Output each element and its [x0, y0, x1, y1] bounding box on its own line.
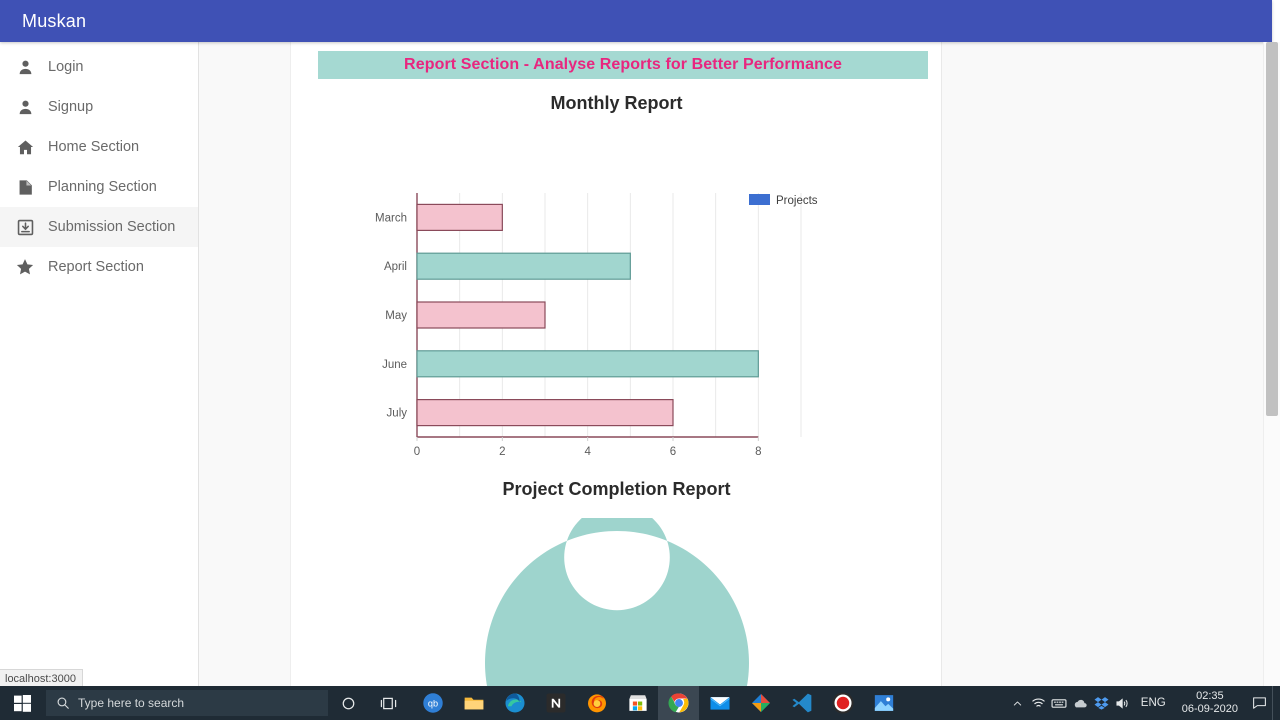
svg-text:6: 6	[670, 446, 676, 458]
sidebar-item-label: Login	[48, 59, 84, 75]
svg-text:0: 0	[414, 446, 420, 458]
clock-date: 06-09-2020	[1181, 703, 1238, 715]
svg-text:Projects: Projects	[776, 195, 818, 207]
home-icon	[12, 134, 38, 160]
sidebar-item-login[interactable]: Login	[0, 47, 198, 87]
status-url-text: localhost:3000	[5, 672, 76, 685]
svg-text:March: March	[375, 212, 407, 224]
browser-viewport: Muskan Login Signup Home Section Plannin…	[0, 0, 1280, 686]
page-scrollbar[interactable]	[1263, 42, 1280, 686]
show-desktop-button[interactable]	[1272, 686, 1280, 720]
language-indicator[interactable]: ENG	[1133, 697, 1174, 709]
page-body: Login Signup Home Section Planning Secti…	[0, 42, 1272, 686]
clock-time: 02:35	[1196, 690, 1224, 702]
app-brand-title: Muskan	[22, 10, 87, 31]
screen-recorder-icon[interactable]	[822, 686, 863, 720]
svg-text:July: July	[387, 408, 408, 420]
donut-chart-svg	[484, 518, 749, 686]
paint-3d-icon[interactable]	[740, 686, 781, 720]
start-button[interactable]	[0, 686, 44, 720]
svg-text:2: 2	[499, 446, 505, 458]
onedrive-icon[interactable]	[1070, 686, 1091, 720]
document-icon	[12, 174, 38, 200]
svg-text:May: May	[385, 310, 407, 322]
firefox-icon[interactable]	[576, 686, 617, 720]
svg-text:qb: qb	[427, 699, 437, 709]
sidebar-item-home-section[interactable]: Home Section	[0, 127, 198, 167]
qbittorrent-icon[interactable]: qb	[412, 686, 453, 720]
sidebar-item-label: Submission Section	[48, 219, 176, 235]
wifi-icon[interactable]	[1028, 686, 1049, 720]
notion-icon[interactable]	[535, 686, 576, 720]
cortana-icon[interactable]	[328, 686, 368, 720]
taskbar-app-buttons: qb	[412, 686, 904, 720]
monthly-report-title: Monthly Report	[550, 93, 683, 113]
svg-text:June: June	[382, 359, 407, 371]
search-placeholder-text: Type here to search	[78, 696, 185, 710]
project-completion-donut-chart[interactable]	[291, 518, 942, 686]
task-view-icon[interactable]	[368, 686, 408, 720]
vs-code-icon[interactable]	[781, 686, 822, 720]
windows-logo-icon	[13, 694, 31, 712]
sidebar-item-label: Home Section	[48, 139, 140, 155]
microsoft-edge-icon[interactable]	[494, 686, 535, 720]
chevron-up-icon[interactable]	[1007, 686, 1028, 720]
page-gutter-right	[942, 42, 1272, 686]
donut-slice[interactable]	[484, 518, 749, 686]
browser-status-bubble: localhost:3000	[0, 669, 83, 686]
svg-text:4: 4	[584, 446, 591, 458]
sidebar-item-signup[interactable]: Signup	[0, 87, 198, 127]
mail-icon[interactable]	[699, 686, 740, 720]
person-icon	[12, 54, 38, 80]
svg-text:April: April	[384, 261, 407, 273]
search-icon	[56, 696, 70, 710]
svg-text:8: 8	[755, 446, 761, 458]
report-section-banner: Report Section - Analyse Reports for Bet…	[318, 51, 928, 79]
sidebar-navigation: Login Signup Home Section Planning Secti…	[0, 42, 199, 686]
sidebar-item-report-section[interactable]: Report Section	[0, 247, 198, 287]
sidebar-item-planning-section[interactable]: Planning Section	[0, 167, 198, 207]
report-content-card: Report Section - Analyse Reports for Bet…	[291, 42, 942, 686]
sidebar-item-label: Signup	[48, 99, 94, 115]
banner-text: Report Section - Analyse Reports for Bet…	[404, 56, 842, 73]
sidebar-item-label: Report Section	[48, 259, 144, 275]
page-gutter-left	[199, 42, 291, 686]
scrollbar-thumb[interactable]	[1266, 42, 1278, 416]
windows-taskbar: Type here to search qb ENG 02:35 06-09-2…	[0, 686, 1280, 720]
sidebar-item-label: Planning Section	[48, 179, 157, 195]
system-tray: ENG 02:35 06-09-2020	[1007, 686, 1280, 720]
sidebar-item-submission-section[interactable]: Submission Section	[0, 207, 198, 247]
file-explorer-icon[interactable]	[453, 686, 494, 720]
google-chrome-icon[interactable]	[658, 686, 699, 720]
project-completion-report-title: Project Completion Report	[502, 479, 731, 499]
notification-icon[interactable]	[1246, 686, 1272, 720]
star-icon	[12, 254, 38, 280]
dropbox-icon[interactable]	[1091, 686, 1112, 720]
volume-icon[interactable]	[1112, 686, 1133, 720]
clock-and-date[interactable]: 02:35 06-09-2020	[1174, 690, 1246, 716]
monthly-report-bar-chart[interactable]: March April May June July 0 2 4 6 8 Projects	[361, 187, 921, 477]
bar-chart-svg: March April May June July 0 2 4 6 8 Projects	[375, 193, 818, 458]
microsoft-store-icon[interactable]	[617, 686, 658, 720]
keyboard-icon[interactable]	[1049, 686, 1070, 720]
photos-icon[interactable]	[863, 686, 904, 720]
app-navbar: Muskan	[0, 0, 1272, 42]
person-icon	[12, 94, 38, 120]
inbox-down-icon	[12, 214, 38, 240]
screen: Muskan Login Signup Home Section Plannin…	[0, 0, 1280, 720]
search-input[interactable]: Type here to search	[46, 690, 328, 716]
